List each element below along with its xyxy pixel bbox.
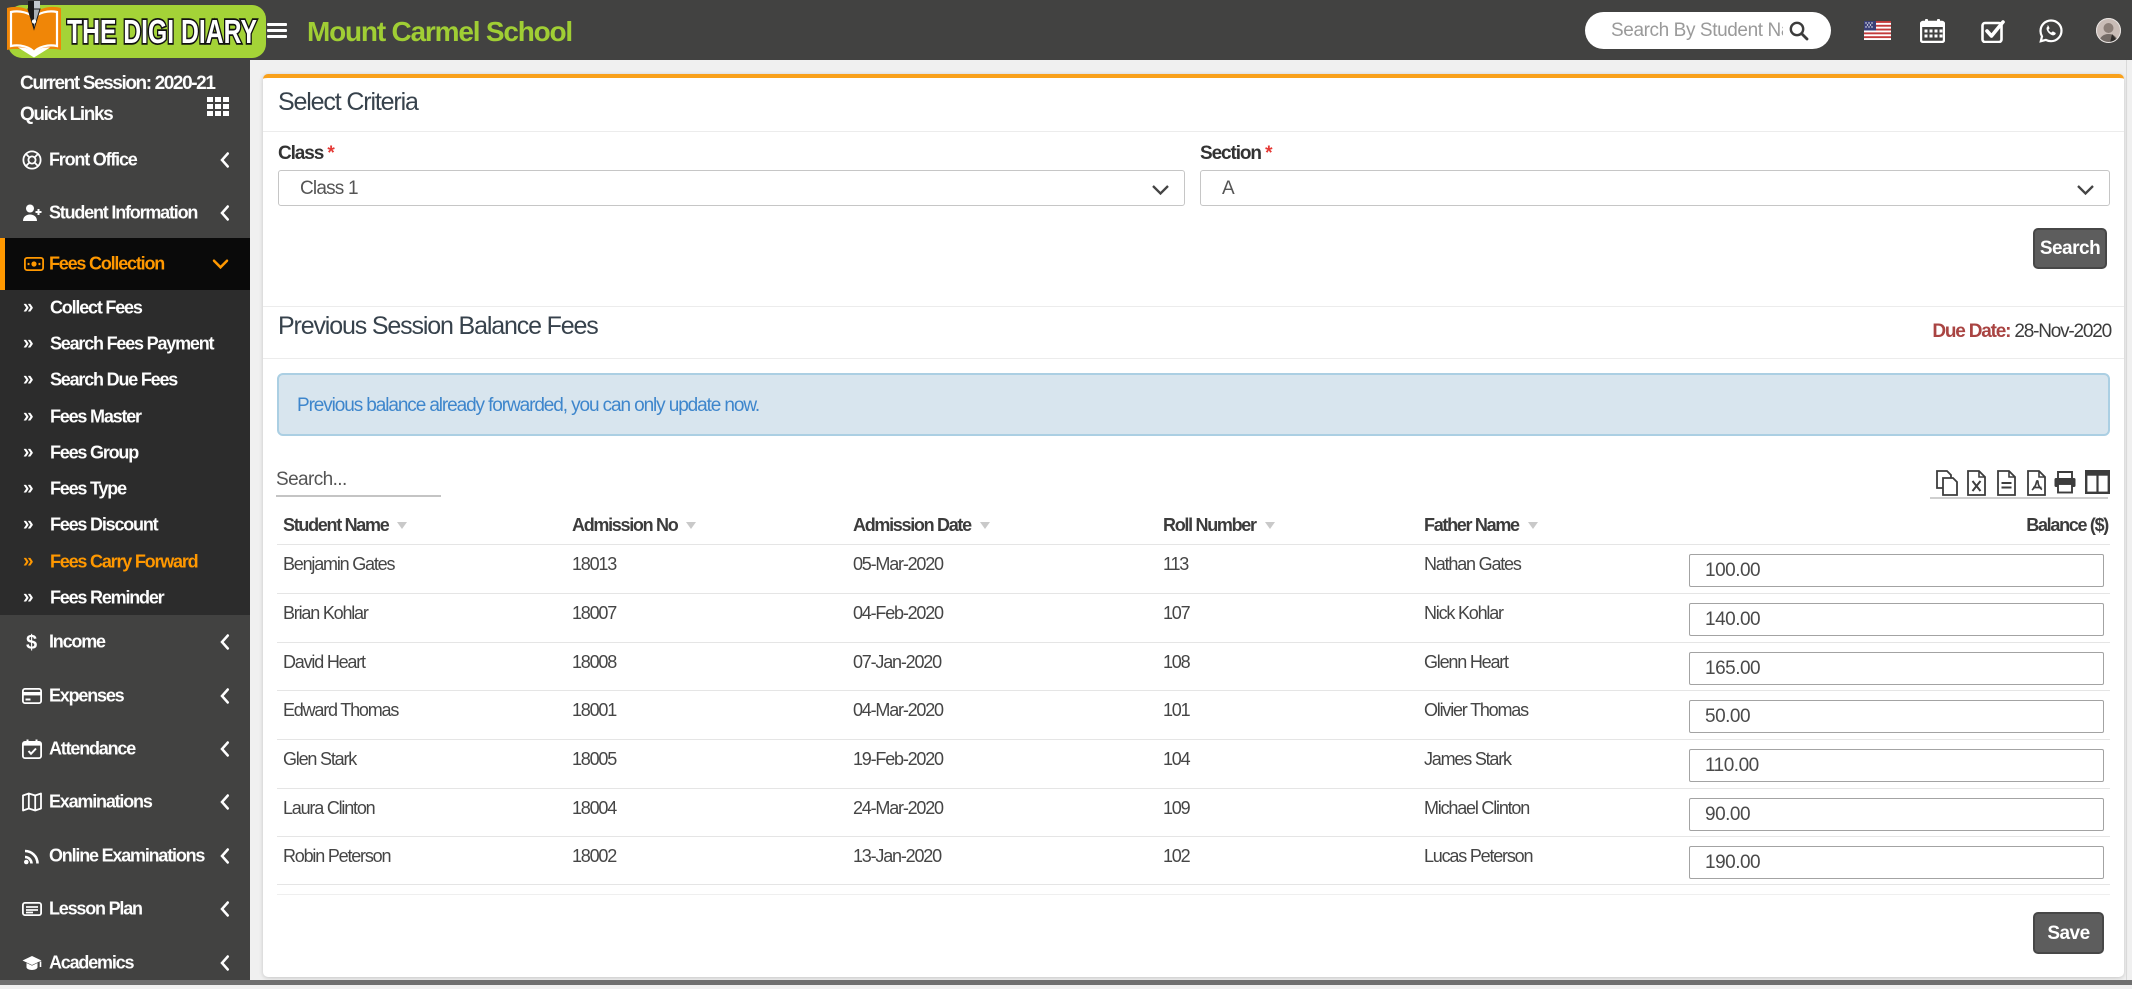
svg-text:$: $ <box>26 632 37 652</box>
svg-text:THE DIGI DIARY: THE DIGI DIARY <box>67 13 257 50</box>
